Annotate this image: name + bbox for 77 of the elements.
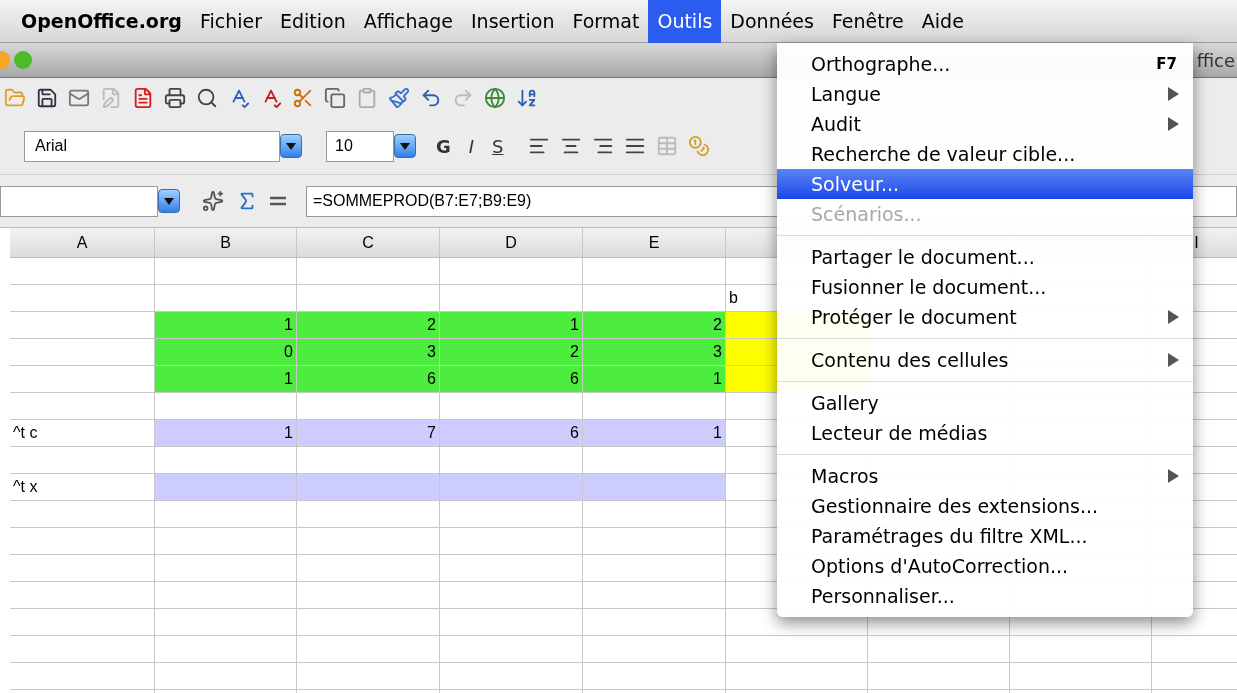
cell-text: 1 — [284, 423, 293, 443]
font-size-dropdown[interactable] — [394, 134, 416, 158]
cell-text: ^t x — [13, 477, 38, 497]
cell-text: 1 — [713, 423, 722, 443]
app-menu[interactable]: OpenOffice.org — [12, 0, 191, 43]
cell-text: 2 — [570, 342, 579, 362]
font-name-dropdown[interactable] — [280, 134, 302, 158]
caret-icon — [400, 142, 410, 150]
column-header[interactable]: I — [1194, 230, 1199, 255]
menu-item[interactable]: Affichage — [354, 0, 462, 43]
cell-text: 3 — [427, 342, 436, 362]
save-icon[interactable] — [36, 87, 58, 109]
dropdown-item[interactable]: Orthographe... F7 — [777, 49, 1193, 79]
column-header[interactable]: A — [76, 230, 88, 255]
dropdown-item[interactable]: Options d'AutoCorrection... — [777, 551, 1193, 581]
name-box-dropdown[interactable] — [158, 189, 180, 213]
dropdown-item[interactable]: Protéger le document — [777, 302, 1193, 332]
cell-text: 1 — [570, 315, 579, 335]
column-header[interactable]: B — [220, 230, 231, 255]
dropdown-item[interactable]: Recherche de valeur cible... — [777, 139, 1193, 169]
sort-icon[interactable] — [516, 87, 538, 109]
column-header[interactable]: D — [505, 230, 517, 255]
cell-text: 6 — [570, 369, 579, 389]
font-size-field[interactable]: 10 — [326, 130, 394, 162]
menu-item[interactable]: Données — [721, 0, 823, 43]
window-title: ffice — [1196, 48, 1235, 73]
dropdown-item[interactable]: Contenu des cellules — [777, 345, 1193, 375]
printer-icon[interactable] — [164, 87, 186, 109]
cell-text: 6 — [427, 369, 436, 389]
caret-icon — [286, 142, 296, 150]
bold-button[interactable]: G — [436, 132, 451, 160]
globe-icon[interactable] — [484, 87, 506, 109]
column-header[interactable]: E — [648, 230, 660, 255]
menu-item[interactable]: Outils — [648, 0, 722, 43]
clipboard-icon[interactable] — [356, 87, 378, 109]
cell-text: 1 — [713, 369, 722, 389]
mail-icon[interactable] — [68, 87, 90, 109]
cell-text: 2 — [713, 315, 722, 335]
menu-item[interactable]: Fenêtre — [822, 0, 913, 43]
underline-button[interactable]: S — [492, 132, 504, 160]
cell-text: 1 — [284, 369, 293, 389]
menu-item[interactable]: Insertion — [462, 0, 564, 43]
equals-icon[interactable] — [270, 196, 286, 206]
dropdown-item[interactable]: Gestionnaire des extensions... — [777, 491, 1193, 521]
search-icon[interactable] — [196, 87, 218, 109]
dropdown-item[interactable]: Lecteur de médias — [777, 418, 1193, 448]
dropdown-item[interactable]: Paramétrages du filtre XML... — [777, 521, 1193, 551]
paintbrush-icon[interactable] — [388, 87, 410, 109]
undo-icon[interactable] — [420, 87, 442, 109]
pdf-icon[interactable] — [132, 87, 154, 109]
dropdown-item[interactable]: Macros — [777, 461, 1193, 491]
dropdown-item[interactable]: Gallery — [777, 388, 1193, 418]
dropdown-item[interactable]: Fusionner le document... — [777, 272, 1193, 302]
dropdown-item[interactable]: Audit — [777, 109, 1193, 139]
dropdown-item[interactable]: Personnaliser... — [777, 581, 1193, 611]
cell-text: ^t c — [13, 423, 38, 443]
cell-text: 0 — [284, 342, 293, 362]
copy-icon[interactable] — [324, 87, 346, 109]
scissors-icon[interactable] — [292, 87, 314, 109]
caret-icon — [164, 197, 174, 205]
cell-text: 1 — [284, 315, 293, 335]
menu-item[interactable]: Aide — [912, 0, 973, 43]
dropdown-item[interactable]: Partager le document... — [777, 242, 1193, 272]
column-header[interactable]: C — [362, 230, 374, 255]
menu-item[interactable]: Format — [563, 0, 649, 43]
font-name-field[interactable]: Arial — [24, 130, 280, 162]
menu-item[interactable]: Fichier — [190, 0, 271, 43]
dropdown-item[interactable]: Langue — [777, 79, 1193, 109]
menu-item[interactable]: Edition — [271, 0, 355, 43]
shortcut-label: F7 — [1156, 53, 1177, 75]
cell-text: 7 — [427, 423, 436, 443]
dropdown-item[interactable]: Solveur... — [777, 169, 1193, 199]
cell-text: 6 — [570, 423, 579, 443]
italic-button[interactable]: I — [468, 132, 475, 160]
cell-text: 2 — [427, 315, 436, 335]
cell-text: b — [729, 288, 738, 308]
cell-text: 3 — [713, 342, 722, 362]
